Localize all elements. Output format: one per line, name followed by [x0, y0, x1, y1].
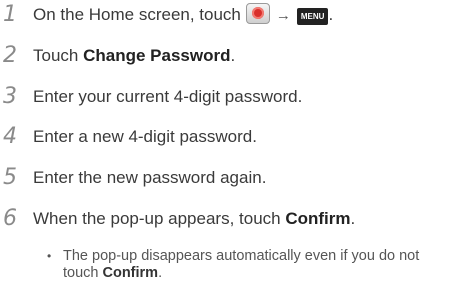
step-6-text-suffix: . [350, 209, 356, 228]
note-line-1: The pop-up disappears automatically even… [63, 248, 420, 264]
step-2-text-suffix: . [230, 46, 236, 65]
step-number: 1 [3, 2, 17, 27]
step-text: Enter your current 4-digit password. [33, 87, 303, 106]
step-number: 2 [3, 43, 17, 68]
note-text: The pop-up disappears automatically even… [63, 248, 467, 282]
note-confirm-label: Confirm [102, 265, 159, 281]
step-text: Touch Change Password. [33, 41, 235, 71]
step-1-text-suffix: . [328, 4, 334, 24]
step-text: Enter the new password again. [33, 168, 267, 187]
step-text: When the pop-up appears, touch Confirm. [33, 204, 355, 234]
step-number: 3 [3, 84, 17, 109]
change-password-label: Change Password [83, 46, 231, 65]
step-6-text-prefix: When the pop-up appears, touch [33, 209, 286, 228]
step-number: 5 [3, 165, 17, 190]
note-line-2-prefix: touch [63, 265, 103, 281]
arrow-icon: → [275, 6, 291, 24]
menu-key-icon: MENU [296, 7, 329, 25]
step-number: 4 [3, 124, 17, 149]
note-line-2: touch Confirm. [63, 265, 467, 282]
red-circle-app-icon [245, 2, 270, 24]
step-2-text-prefix: Touch [33, 46, 84, 65]
step-text: On the Home screen, touch → MENU. [33, 0, 333, 31]
step-1-text-prefix: On the Home screen, touch [33, 4, 241, 24]
note-line-2-suffix: . [158, 265, 163, 281]
red-dot-shape [251, 6, 264, 19]
step-number: 6 [3, 206, 17, 231]
step-text: Enter a new 4-digit password. [33, 127, 257, 146]
bullet-icon: • [47, 249, 52, 263]
confirm-label: Confirm [285, 209, 351, 228]
